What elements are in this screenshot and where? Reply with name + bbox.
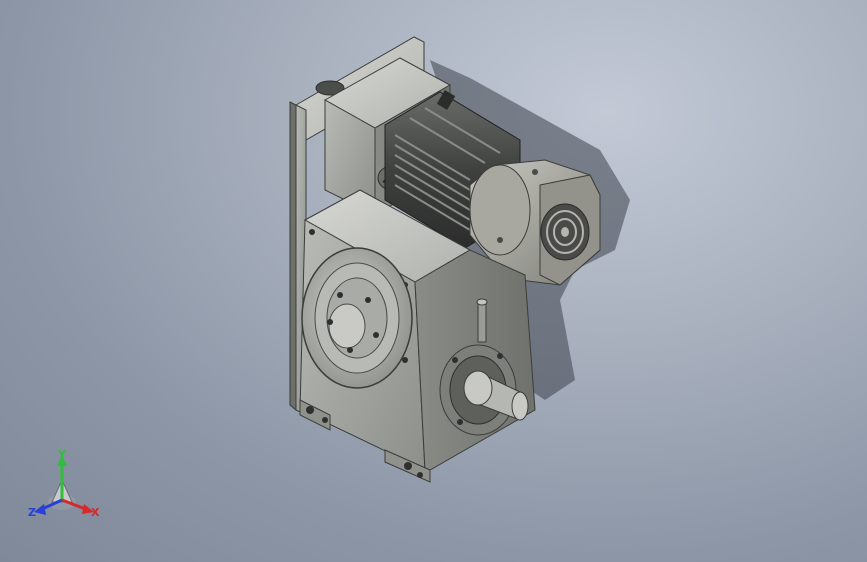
graphics-viewport[interactable]: Y X Z (0, 0, 867, 562)
y-axis-label: Y (57, 448, 67, 461)
x-axis-label: X (91, 506, 100, 519)
output-flange[interactable] (301, 247, 413, 389)
lever-handle[interactable] (476, 298, 488, 343)
cad-scene[interactable]: Y X Z (0, 0, 867, 562)
coordinate-triad: Y X Z (28, 448, 100, 519)
z-axis-label: Z (28, 506, 36, 519)
fan-grille-icon (540, 203, 590, 261)
